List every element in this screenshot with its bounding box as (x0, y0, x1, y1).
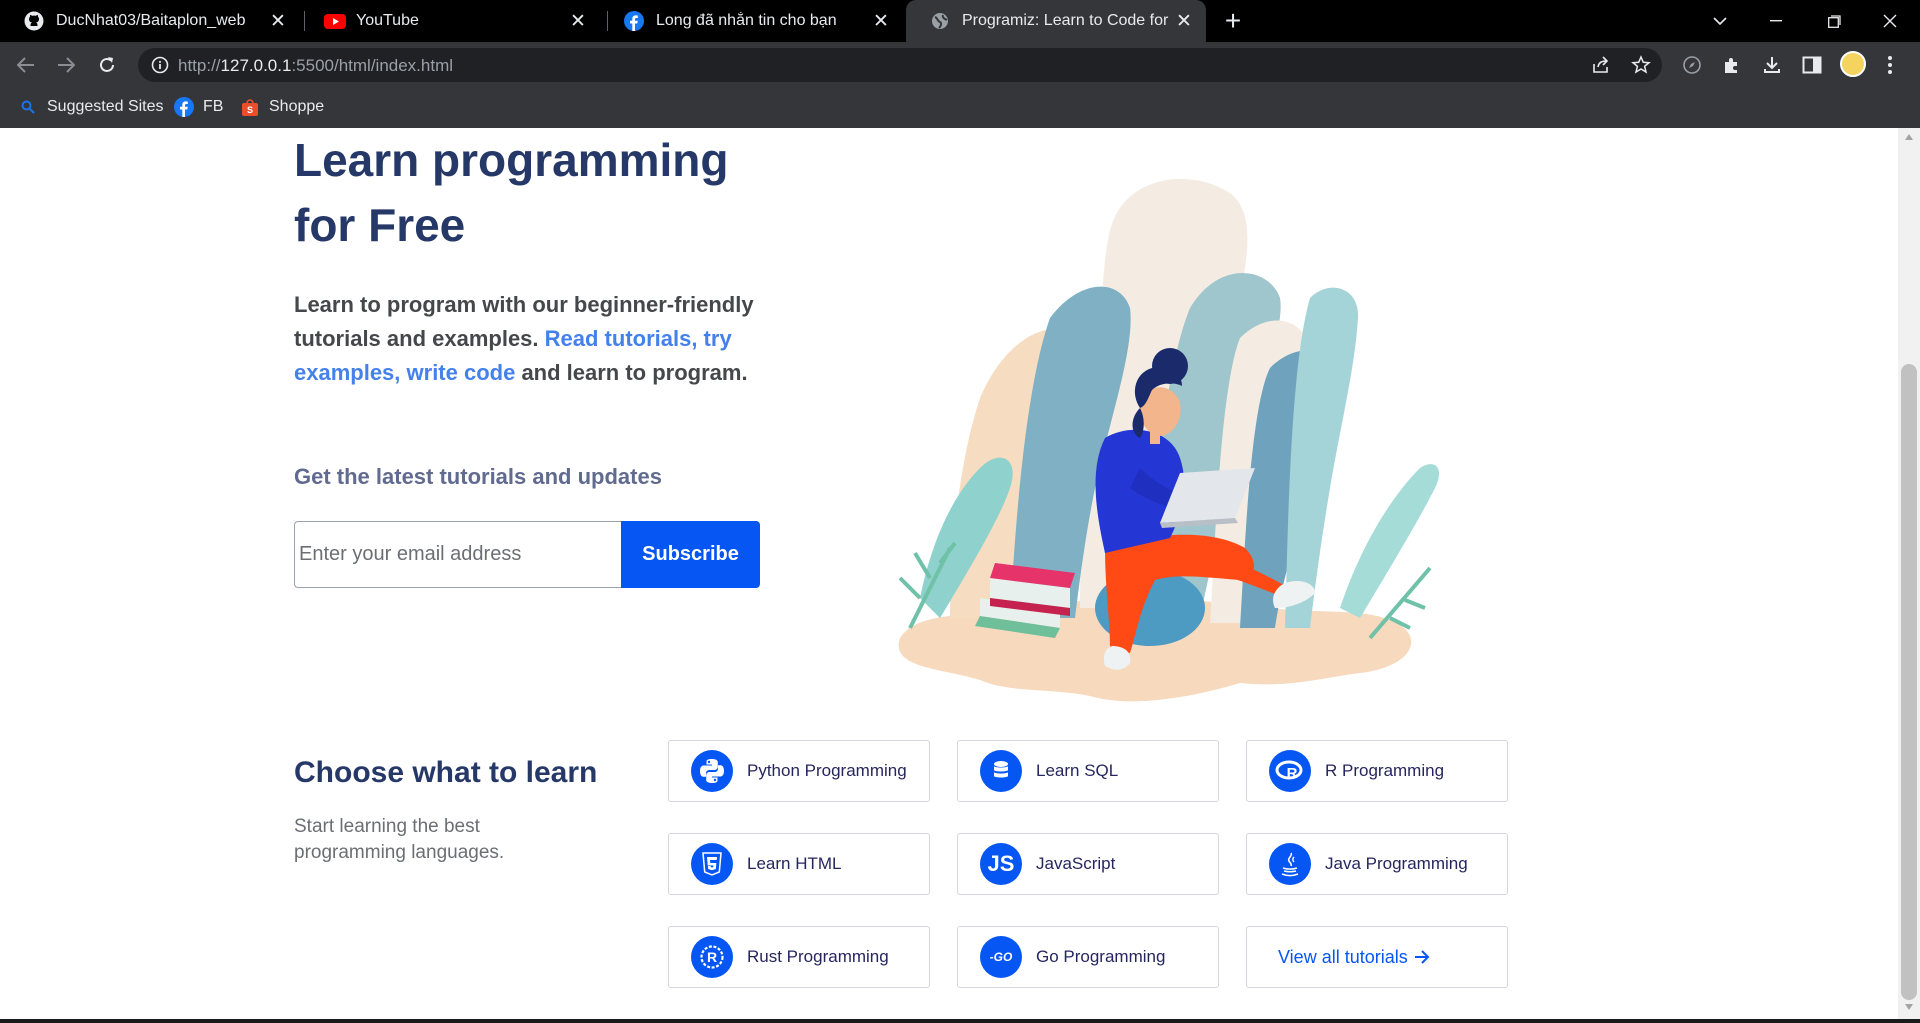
shopee-icon: S (240, 97, 260, 117)
window-close-icon[interactable] (1862, 0, 1918, 42)
bookmark-label: FB (203, 98, 224, 115)
bookmarks-bar: Suggested Sites FB S Shoppe (0, 86, 1920, 128)
scroll-up-icon[interactable] (1905, 134, 1913, 140)
updates-label: Get the latest tutorials and updates (294, 464, 662, 489)
hero-title-line1: Learn programming (294, 134, 729, 186)
view-all-label: View all tutorials (1278, 946, 1408, 967)
restore-icon[interactable] (1806, 0, 1862, 42)
course-label: Rust Programming (747, 947, 889, 966)
menu-icon[interactable] (1880, 52, 1900, 78)
hero-title-line2: for Free (294, 199, 466, 251)
forward-icon[interactable] (50, 49, 82, 81)
tab-title: Programiz: Learn to Code for Free (962, 12, 1170, 29)
close-icon[interactable]: ✕ (867, 10, 895, 33)
reload-icon[interactable] (91, 49, 123, 81)
course-card-java[interactable]: Java Programming (1246, 833, 1508, 895)
database-icon (980, 750, 1022, 792)
hero-description: Learn to program with our beginner-frien… (294, 288, 834, 390)
url-scheme: http:// (178, 56, 221, 75)
subscribe-button[interactable]: Subscribe (621, 521, 760, 588)
search-icon (18, 97, 38, 117)
email-input[interactable] (294, 521, 622, 588)
github-icon (24, 11, 44, 31)
tab-facebook[interactable]: Long đã nhắn tin cho bạn ✕ (600, 0, 903, 42)
close-icon[interactable]: ✕ (264, 10, 292, 33)
page-scrollbar[interactable] (1898, 128, 1920, 1019)
svg-text:R: R (707, 949, 717, 965)
share-icon[interactable] (1588, 52, 1614, 78)
tab-strip: DucNhat03/Baitaplon_web ✕ YouTube ✕ Long… (0, 0, 1920, 42)
minimize-icon[interactable] (1748, 0, 1804, 42)
page-viewport: Learn programming for Free Learn to prog… (0, 128, 1898, 1019)
learn-section-title: Choose what to learn (294, 756, 598, 789)
course-card-r[interactable]: R R Programming (1246, 740, 1508, 802)
taskbar-edge (0, 1019, 1920, 1023)
sidebar-icon[interactable] (1799, 52, 1825, 78)
close-icon[interactable]: ✕ (1170, 10, 1198, 33)
go-icon: -GO (980, 936, 1022, 978)
new-tab-button[interactable]: + (1218, 6, 1248, 36)
scroll-down-icon[interactable] (1905, 1004, 1913, 1010)
hero-illustration (890, 168, 1450, 708)
java-icon (1269, 843, 1311, 885)
html5-icon (691, 843, 733, 885)
svg-text:S: S (247, 105, 253, 115)
bookmark-label: Suggested Sites (47, 98, 164, 115)
star-icon[interactable] (1628, 52, 1654, 78)
course-card-go[interactable]: -GO Go Programming (957, 926, 1219, 988)
svg-text:R: R (1287, 765, 1298, 782)
extensions-icon[interactable] (1719, 52, 1745, 78)
course-card-javascript[interactable]: JS JavaScript (957, 833, 1219, 895)
browser-toolbar: http://127.0.0.1:5500/html/index.html (0, 42, 1920, 86)
view-all-tutorials-link[interactable]: View all tutorials (1246, 926, 1508, 988)
bookmark-suggested-sites[interactable]: Suggested Sites (18, 86, 164, 128)
rust-icon: R (691, 936, 733, 978)
globe-icon (930, 11, 950, 31)
scrollbar-thumb[interactable] (1901, 364, 1917, 1000)
course-card-html[interactable]: Learn HTML (668, 833, 930, 895)
hero-desc-text-end: and learn to program. (515, 360, 748, 385)
course-label: R Programming (1325, 761, 1445, 780)
info-icon[interactable] (150, 55, 170, 80)
js-icon: JS (980, 843, 1022, 885)
url-host: 127.0.0.1 (220, 56, 292, 75)
tab-youtube[interactable]: YouTube ✕ (300, 0, 600, 42)
course-card-sql[interactable]: Learn SQL (957, 740, 1219, 802)
profile-avatar[interactable] (1840, 51, 1866, 77)
url-text: http://127.0.0.1:5500/html/index.html (178, 56, 453, 76)
bookmark-shoppe[interactable]: S Shoppe (240, 86, 324, 128)
course-label: Java Programming (1325, 854, 1468, 873)
learn-section-subtitle: Start learning the best programming lang… (294, 816, 505, 863)
course-label: Learn SQL (1036, 761, 1119, 780)
close-icon[interactable]: ✕ (564, 10, 592, 33)
tab-title: YouTube (356, 12, 419, 29)
course-label: Python Programming (747, 761, 907, 780)
hero-title: Learn programming for Free (294, 128, 854, 258)
course-label: JavaScript (1036, 854, 1116, 873)
address-bar[interactable]: http://127.0.0.1:5500/html/index.html (138, 48, 1662, 82)
bookmark-label: Shoppe (269, 98, 325, 115)
youtube-icon (324, 11, 346, 31)
course-card-rust[interactable]: R Rust Programming (668, 926, 930, 988)
arrow-right-icon (1414, 950, 1430, 964)
tab-github[interactable]: DucNhat03/Baitaplon_web ✕ (0, 0, 300, 42)
bookmark-fb[interactable]: FB (174, 86, 223, 128)
course-label: Learn HTML (747, 854, 842, 873)
r-icon: R (1269, 750, 1311, 792)
facebook-icon (624, 11, 644, 31)
tab-programiz[interactable]: Programiz: Learn to Code for Free ✕ (906, 0, 1206, 42)
tab-title: Long đã nhắn tin cho bạn (656, 12, 837, 29)
facebook-icon (174, 97, 194, 117)
url-path: :5500/html/index.html (291, 56, 454, 75)
python-icon (691, 750, 733, 792)
tab-search-icon[interactable] (1692, 0, 1748, 42)
course-label: Go Programming (1036, 947, 1166, 966)
tab-title: DucNhat03/Baitaplon_web (56, 12, 246, 29)
compass-icon[interactable] (1679, 52, 1705, 78)
back-icon[interactable] (10, 49, 42, 81)
download-icon[interactable] (1759, 52, 1785, 78)
course-card-python[interactable]: Python Programming (668, 740, 930, 802)
